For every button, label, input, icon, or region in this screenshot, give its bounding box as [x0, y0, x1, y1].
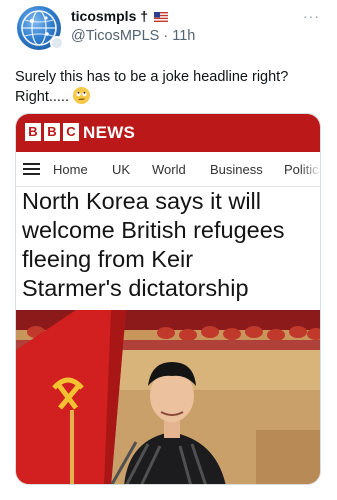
handle-time: @TicosMPLS · 11h: [71, 28, 195, 44]
tweet-text-line-2: Right.....: [15, 87, 325, 107]
display-name-text: ticosmpls †: [71, 8, 149, 24]
separator: ·: [163, 28, 169, 44]
headline-line-3: fleeing from Keir: [22, 246, 194, 272]
article-photo: [16, 310, 320, 484]
nav-item-business[interactable]: Business: [210, 162, 263, 177]
headline-line-2: welcome British refugees: [22, 217, 285, 243]
bbc-logo-letter-2: B: [44, 123, 60, 141]
tweet-text-line-1: Surely this has to be a joke headline ri…: [15, 69, 289, 85]
headline-line-1: North Korea says it will: [22, 188, 261, 214]
nav-item-world[interactable]: World: [152, 162, 186, 177]
timestamp[interactable]: 11h: [172, 28, 195, 44]
nav-item-uk[interactable]: UK: [112, 162, 130, 177]
bbc-logo-letter-1: B: [25, 123, 41, 141]
tweet-text-line-2-text: Right.....: [15, 89, 69, 105]
bbc-news-bar: B B C NEWS: [16, 114, 320, 152]
bbc-nav: Home UK World Business Politic: [16, 152, 320, 187]
us-flag-icon: [153, 12, 168, 22]
hamburger-menu-icon[interactable]: [23, 163, 40, 175]
nav-fade: [300, 152, 320, 186]
tweet-text: Surely this has to be a joke headline ri…: [15, 68, 325, 107]
article-headline[interactable]: North Korea says it will welcome British…: [22, 187, 320, 303]
verified-badge-icon: [50, 36, 64, 50]
nav-item-home[interactable]: Home: [53, 162, 88, 177]
bbc-news-wordmark: NEWS: [83, 123, 136, 142]
article-photo-image: [16, 310, 320, 484]
display-name[interactable]: ticosmpls †: [71, 8, 168, 24]
tweet-header: ticosmpls † @TicosMPLS · 11h ···: [0, 0, 337, 60]
bbc-logo-letter-3: C: [63, 123, 79, 141]
handle[interactable]: @TicosMPLS: [71, 28, 159, 44]
headline-line-4: Starmer's dictatorship: [22, 275, 249, 301]
link-card[interactable]: B B C NEWS Home UK World Business Politi…: [15, 113, 321, 485]
rolling-eyes-emoji-icon: [73, 87, 90, 104]
more-options-icon[interactable]: ···: [303, 8, 320, 24]
bbc-logo: B B C: [25, 123, 79, 141]
